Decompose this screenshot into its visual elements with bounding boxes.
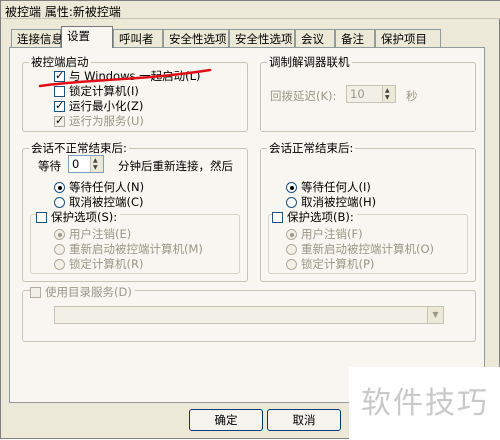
wait-suffix-label: 分钟后重新连接，然后 — [118, 159, 233, 173]
checkbox-icon — [30, 287, 41, 298]
tab-security-options-1[interactable]: 安全性选项 — [163, 29, 229, 47]
normal-cancel-host-radio[interactable]: 取消被控端(H) — [286, 194, 376, 210]
spin-buttons: ▲ ▼ — [382, 86, 395, 102]
abnormal-wait-anyone-label: 等待任何人(N) — [69, 180, 145, 194]
checkbox-icon — [272, 212, 283, 223]
tab-callers[interactable]: 呼叫者 — [113, 29, 163, 47]
tab-settings[interactable]: 设置 — [61, 26, 113, 48]
radio-icon — [286, 229, 297, 240]
seconds-unit: 秒 — [406, 89, 418, 103]
radio-icon — [286, 244, 297, 255]
cancel-button[interactable]: 取消 — [267, 409, 341, 431]
normal-logoff-label: 用户注销(F) — [301, 227, 363, 241]
abnormal-end-legend: 会话不正常结束后: — [31, 141, 127, 155]
modem-legend: 调制解调器联机 — [269, 55, 350, 69]
normal-protect-checkbox[interactable]: 保护选项(B): — [272, 209, 357, 225]
normal-lock-label: 锁定计算机(P) — [301, 257, 375, 271]
tab-security-options-2[interactable]: 安全性选项 — [229, 29, 295, 47]
abnormal-protect-checkbox[interactable]: 保护选项(S): — [36, 209, 121, 225]
normal-logoff-radio: 用户注销(F) — [286, 226, 363, 242]
run-as-service-checkbox: 运行为服务(U) — [54, 113, 144, 129]
run-minimized-label: 运行最小化(Z) — [69, 99, 144, 113]
radio-icon — [54, 182, 65, 193]
normal-protect-label: 保护选项(B): — [287, 210, 354, 224]
properties-dialog: 被控端 属性:新被控端 连接信息 设置 呼叫者 安全性选项 安全性选项 会议 备… — [0, 0, 500, 440]
normal-lock-radio: 锁定计算机(P) — [286, 256, 374, 272]
tab-notes[interactable]: 备注 — [335, 29, 375, 47]
radio-icon — [54, 229, 65, 240]
normal-restart-radio: 重新启动被控端计算机(O) — [286, 241, 434, 257]
run-as-service-label: 运行为服务(U) — [69, 114, 144, 128]
watermark-text: 软件技巧 — [349, 367, 500, 440]
directory-service-select: ▼ — [54, 306, 444, 324]
radio-icon — [286, 197, 297, 208]
abnormal-restart-label: 重新启动被控端计算机(M) — [69, 242, 203, 256]
radio-icon — [54, 197, 65, 208]
red-annotation-stroke — [38, 68, 212, 88]
callback-delay-label: 回拨延迟(K): — [270, 89, 337, 103]
settings-panel: 被控端启动 与 Windows 一起启动(L) 锁定计算机(I) 运行最小化(Z… — [9, 47, 485, 403]
directory-service-checkbox: 使用目录服务(D) — [30, 284, 135, 300]
normal-end-legend: 会话正常结束后: — [269, 141, 354, 155]
radio-icon — [286, 182, 297, 193]
radio-icon — [54, 244, 65, 255]
tab-connection-info[interactable]: 连接信息 — [11, 29, 63, 47]
checkbox-icon — [36, 212, 47, 223]
wait-minutes-stepper[interactable]: 0 ▲ ▼ — [68, 155, 104, 173]
tab-protected-items[interactable]: 保护项目 — [375, 29, 441, 47]
abnormal-cancel-host-label: 取消被控端(C) — [69, 195, 144, 209]
directory-service-label: 使用目录服务(D) — [45, 285, 132, 299]
abnormal-lock-radio: 锁定计算机(R) — [54, 256, 143, 272]
abnormal-restart-radio: 重新启动被控端计算机(M) — [54, 241, 203, 257]
abnormal-protect-label: 保护选项(S): — [51, 210, 118, 224]
abnormal-cancel-host-radio[interactable]: 取消被控端(C) — [54, 194, 144, 210]
normal-restart-label: 重新启动被控端计算机(O) — [301, 242, 435, 256]
spin-buttons[interactable]: ▲ ▼ — [90, 156, 103, 172]
checkbox-icon — [54, 99, 65, 112]
radio-icon — [286, 259, 297, 270]
ok-button[interactable]: 确定 — [189, 409, 263, 431]
abnormal-logoff-label: 用户注销(E) — [69, 227, 132, 241]
callback-delay-stepper: 10 ▲ ▼ — [346, 85, 396, 103]
normal-wait-anyone-label: 等待任何人(I) — [301, 180, 371, 194]
wait-label: 等待 — [38, 159, 61, 173]
wait-minutes-value: 0 — [72, 157, 80, 171]
tab-conference[interactable]: 会议 — [295, 29, 335, 47]
window-title: 被控端 属性:新被控端 — [1, 1, 500, 19]
callback-delay-value: 10 — [350, 87, 365, 101]
radio-icon — [54, 259, 65, 270]
run-minimized-checkbox[interactable]: 运行最小化(Z) — [54, 98, 143, 114]
abnormal-logoff-radio: 用户注销(E) — [54, 226, 131, 242]
normal-wait-anyone-radio[interactable]: 等待任何人(I) — [286, 179, 371, 195]
chevron-down-icon: ▼ — [427, 307, 443, 323]
checkbox-icon — [54, 114, 65, 127]
normal-cancel-host-label: 取消被控端(H) — [301, 195, 377, 209]
abnormal-lock-label: 锁定计算机(R) — [69, 257, 144, 271]
abnormal-wait-anyone-radio[interactable]: 等待任何人(N) — [54, 179, 144, 195]
